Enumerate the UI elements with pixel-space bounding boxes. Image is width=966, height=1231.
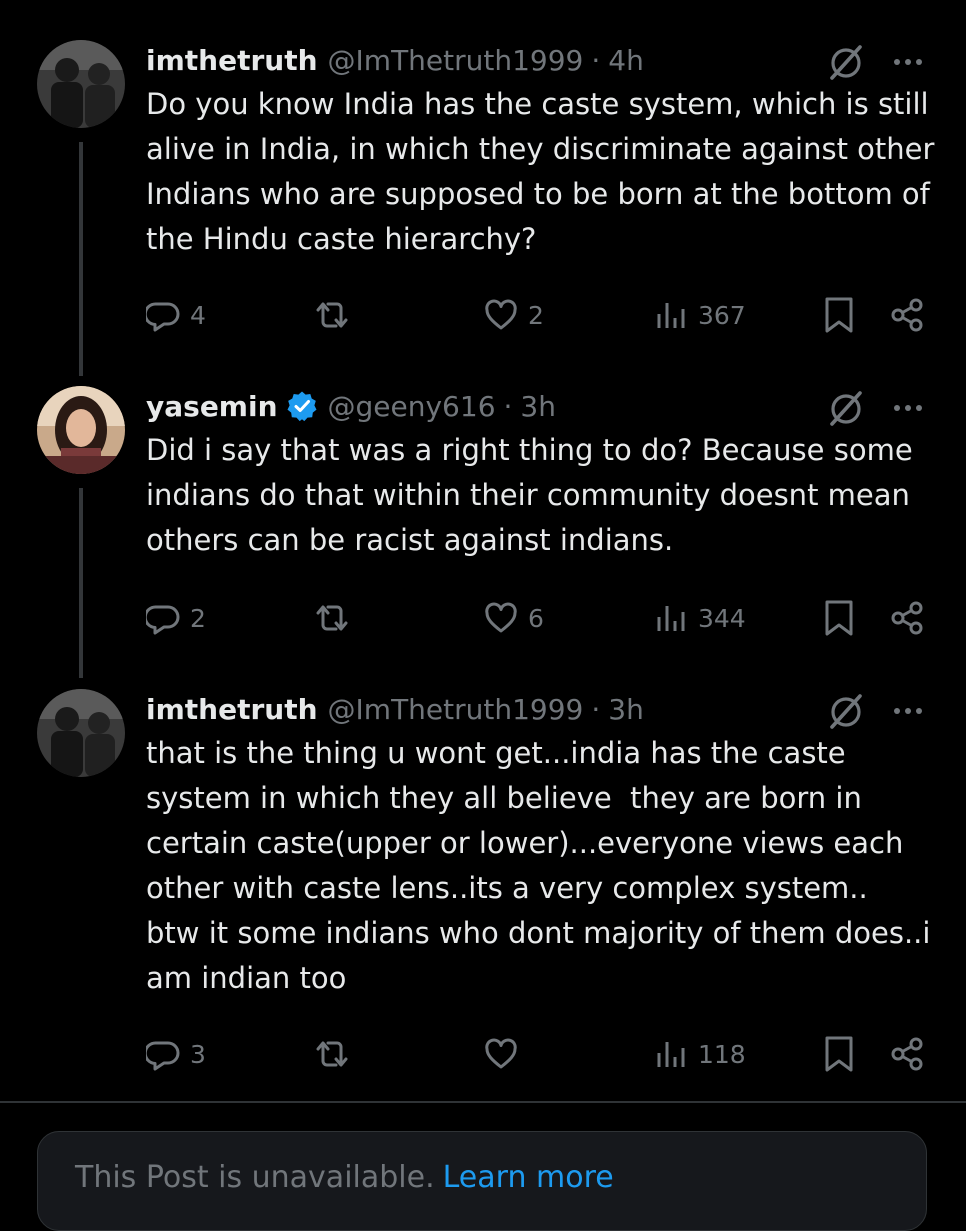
user-handle[interactable]: @geeny616 bbox=[328, 390, 496, 423]
views-count: 118 bbox=[698, 1039, 746, 1069]
views-count: 344 bbox=[698, 603, 746, 633]
reply-icon bbox=[146, 605, 180, 635]
reply-button[interactable]: 4 bbox=[146, 293, 206, 337]
share-icon bbox=[891, 298, 923, 332]
reply-count: 3 bbox=[190, 1039, 206, 1069]
views-count: 367 bbox=[698, 300, 746, 330]
divider bbox=[0, 1101, 966, 1103]
reply-icon bbox=[146, 302, 180, 332]
separator-dot: · bbox=[591, 43, 601, 77]
like-button[interactable]: 6 bbox=[484, 596, 544, 640]
views-icon bbox=[657, 606, 685, 631]
repost-icon bbox=[316, 302, 348, 328]
more-icon[interactable] bbox=[888, 691, 928, 731]
display-name[interactable]: imthetruth bbox=[146, 44, 318, 77]
repost-icon bbox=[316, 1041, 348, 1067]
avatar[interactable] bbox=[37, 386, 125, 474]
repost-button[interactable] bbox=[312, 293, 362, 337]
bookmark-button[interactable] bbox=[822, 293, 856, 337]
avatar[interactable] bbox=[37, 40, 125, 128]
share-button[interactable] bbox=[888, 1032, 926, 1076]
like-button[interactable] bbox=[484, 1032, 528, 1076]
share-icon bbox=[891, 1037, 923, 1071]
verified-badge-icon bbox=[287, 391, 317, 422]
views-button[interactable]: 344 bbox=[654, 596, 746, 640]
action-bar: 4 2 367 bbox=[0, 293, 966, 337]
avatar[interactable] bbox=[37, 689, 125, 777]
action-bar: 3 118 bbox=[0, 1032, 966, 1076]
post-text: that is the thing u wont get...india has… bbox=[146, 736, 931, 995]
post-time[interactable]: 3h bbox=[608, 693, 644, 726]
post-header: imthetruth @ImThetruth1999 · 4h bbox=[146, 40, 644, 80]
share-icon bbox=[891, 601, 923, 635]
post-3[interactable]: imthetruth @ImThetruth1999 · 3h that is … bbox=[0, 689, 966, 1089]
bookmark-icon bbox=[825, 1036, 853, 1072]
bookmark-icon bbox=[825, 600, 853, 636]
separator-dot: · bbox=[503, 389, 513, 423]
post-header: imthetruth @ImThetruth1999 · 3h bbox=[146, 689, 644, 729]
separator-dot: · bbox=[591, 692, 601, 726]
bookmark-button[interactable] bbox=[822, 1032, 856, 1076]
grok-icon[interactable] bbox=[826, 691, 866, 731]
like-count: 6 bbox=[528, 603, 544, 633]
post-text: Do you know India has the caste system, … bbox=[146, 87, 944, 256]
display-name[interactable]: yasemin bbox=[146, 390, 278, 423]
views-button[interactable]: 118 bbox=[654, 1032, 746, 1076]
action-bar: 2 6 344 bbox=[0, 596, 966, 640]
grok-icon[interactable] bbox=[826, 388, 866, 428]
bookmark-icon bbox=[825, 297, 853, 333]
learn-more-link[interactable]: Learn more bbox=[443, 1160, 614, 1195]
more-icon[interactable] bbox=[888, 42, 928, 82]
like-count: 2 bbox=[528, 300, 544, 330]
views-button[interactable]: 367 bbox=[654, 293, 746, 337]
grok-icon[interactable] bbox=[826, 42, 866, 82]
like-icon bbox=[485, 299, 517, 330]
post-time[interactable]: 3h bbox=[520, 390, 556, 423]
reply-button[interactable]: 2 bbox=[146, 596, 206, 640]
bookmark-button[interactable] bbox=[822, 596, 856, 640]
repost-button[interactable] bbox=[312, 596, 362, 640]
more-icon[interactable] bbox=[888, 388, 928, 428]
repost-icon bbox=[316, 605, 348, 631]
reply-count: 2 bbox=[190, 603, 206, 633]
unavailable-text: This Post is unavailable. bbox=[75, 1160, 435, 1195]
unavailable-post-card: This Post is unavailable. Learn more bbox=[37, 1131, 927, 1231]
like-icon bbox=[485, 602, 517, 633]
user-handle[interactable]: @ImThetruth1999 bbox=[328, 44, 584, 77]
post-time[interactable]: 4h bbox=[608, 44, 644, 77]
unavailable-message: This Post is unavailable. Learn more bbox=[75, 1160, 614, 1195]
like-button[interactable]: 2 bbox=[484, 293, 544, 337]
reply-button[interactable]: 3 bbox=[146, 1032, 206, 1076]
share-button[interactable] bbox=[888, 293, 926, 337]
post-2[interactable]: yasemin @geeny616 · 3h Did i say that wa… bbox=[0, 386, 966, 656]
post-1[interactable]: imthetruth @ImThetruth1999 · 4h Do you k… bbox=[0, 40, 966, 340]
repost-button[interactable] bbox=[312, 1032, 362, 1076]
views-icon bbox=[657, 303, 685, 328]
share-button[interactable] bbox=[888, 596, 926, 640]
reply-count: 4 bbox=[190, 300, 206, 330]
user-handle[interactable]: @ImThetruth1999 bbox=[328, 693, 584, 726]
display-name[interactable]: imthetruth bbox=[146, 693, 318, 726]
reply-icon bbox=[146, 1041, 180, 1071]
post-header: yasemin @geeny616 · 3h bbox=[146, 386, 556, 426]
post-text: Did i say that was a right thing to do? … bbox=[146, 433, 922, 557]
like-icon bbox=[485, 1038, 517, 1069]
views-icon bbox=[657, 1042, 685, 1067]
